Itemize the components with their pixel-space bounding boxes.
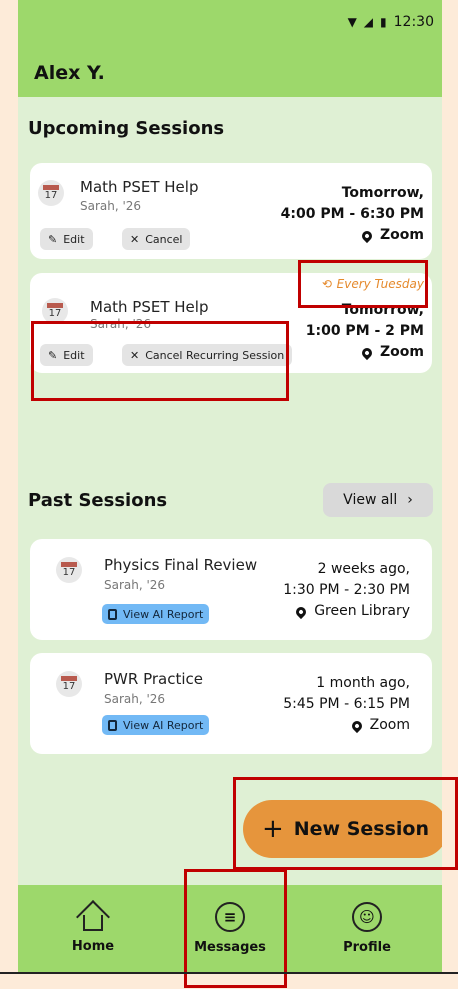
session-location: Zoom (380, 227, 424, 243)
upcoming-sessions-title: Upcoming Sessions (28, 118, 225, 139)
past-sessions-title: Past Sessions (28, 490, 168, 511)
location-pin-icon (294, 604, 309, 619)
view-ai-report-button[interactable]: View AI Report (102, 604, 210, 624)
location-pin-icon (349, 718, 364, 733)
session-title: Physics Final Review (104, 556, 258, 574)
highlight-new-session (233, 777, 458, 870)
nav-home[interactable]: Home (33, 885, 153, 972)
edit-button[interactable]: ✎ Edit (40, 228, 93, 250)
highlight-recurring-label (298, 260, 428, 308)
session-title: Math PSET Help (90, 298, 209, 316)
clipboard-icon (108, 608, 117, 620)
close-icon: ✕ (130, 232, 140, 246)
calendar-icon: 17 (56, 557, 82, 583)
session-location: Green Library (314, 603, 410, 619)
session-location: Zoom (369, 717, 410, 733)
nav-profile[interactable]: ☺ Profile (307, 885, 427, 972)
home-icon (76, 900, 110, 934)
session-tutor: Sarah, '26 (104, 692, 166, 706)
status-bar: ▼ ◢ ▮ 12:30 (348, 14, 434, 30)
wifi-icon: ▼ (347, 15, 358, 29)
battery-icon: ▮ (380, 15, 388, 29)
upcoming-session-card[interactable]: 17 Math PSET Help Sarah, '26 Tomorrow, 4… (30, 163, 432, 259)
highlight-recurring-actions (31, 321, 289, 401)
status-time: 12:30 (393, 14, 434, 30)
cancel-button[interactable]: ✕ Cancel (122, 228, 191, 250)
chevron-right-icon: › (407, 492, 413, 508)
session-tutor: Sarah, '26 (80, 199, 142, 213)
clipboard-icon (108, 719, 117, 731)
past-session-card[interactable]: 17 PWR Practice Sarah, '26 View AI Repor… (30, 653, 432, 754)
profile-icon: ☺ (352, 902, 382, 932)
bottom-divider (0, 972, 458, 974)
user-name: Alex Y. (34, 62, 105, 84)
view-ai-report-button[interactable]: View AI Report (102, 715, 210, 735)
session-time: 2 weeks ago, 1:30 PM - 2:30 PM Green Lib… (283, 559, 410, 622)
session-tutor: Sarah, '26 (104, 578, 166, 592)
location-pin-icon (359, 228, 375, 243)
view-all-button[interactable]: View all › (323, 483, 433, 517)
past-session-card[interactable]: 17 Physics Final Review Sarah, '26 View … (30, 539, 432, 640)
highlight-messages-tab (184, 869, 287, 988)
session-title: Math PSET Help (80, 178, 199, 196)
session-location: Zoom (380, 344, 424, 360)
session-time: Tomorrow, 1:00 PM - 2 PM Zoom (306, 300, 424, 363)
session-title: PWR Practice (104, 670, 203, 688)
session-time: Tomorrow, 4:00 PM - 6:30 PM Zoom (281, 183, 424, 246)
location-pin-icon (359, 345, 375, 360)
signal-icon: ◢ (363, 15, 375, 29)
session-time: 1 month ago, 5:45 PM - 6:15 PM Zoom (283, 673, 410, 736)
top-header: ▼ ◢ ▮ 12:30 Alex Y. (18, 0, 442, 97)
calendar-icon: 17 (38, 180, 64, 206)
calendar-icon: 17 (56, 671, 82, 697)
pencil-icon: ✎ (48, 232, 58, 246)
